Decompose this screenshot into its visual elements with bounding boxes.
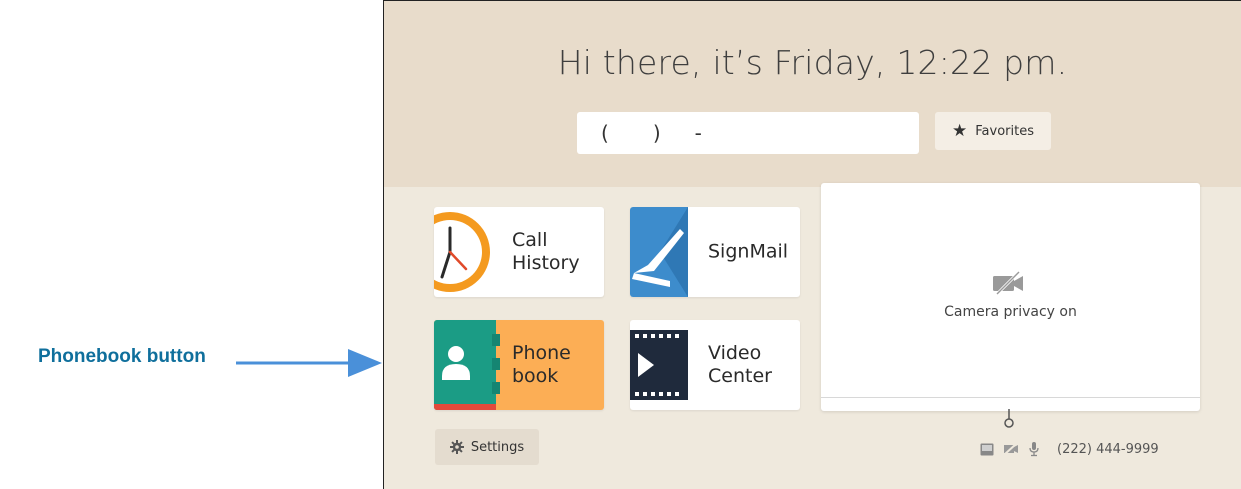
microphone-icon	[1029, 442, 1039, 457]
camera-status-text: Camera privacy on	[944, 304, 1077, 320]
camera-mount-icon	[1004, 409, 1014, 428]
camera-off-status-icon	[1004, 443, 1018, 455]
settings-label: Settings	[470, 439, 525, 455]
signmail-label: SignMail	[708, 240, 789, 263]
video-center-label: Video Center	[708, 342, 772, 387]
status-bar: (222) 444-9999	[980, 439, 1159, 459]
camera-preview: Camera privacy on	[821, 183, 1200, 411]
camera-off-icon	[993, 271, 1023, 295]
phonebook-label: Phone book	[512, 342, 571, 387]
video-center-button[interactable]: Video Center	[630, 320, 800, 410]
dial-dash: -	[694, 121, 702, 145]
camera-divider	[821, 397, 1200, 398]
header: Hi there, it’s Friday, 12:22 pm. ( ) - ★…	[384, 1, 1241, 187]
call-history-label: Call History	[512, 229, 580, 274]
dial-paren-open: (	[601, 121, 609, 145]
gear-icon	[449, 440, 464, 454]
settings-button[interactable]: Settings	[435, 429, 539, 465]
signmail-icon	[630, 207, 688, 297]
contact-book-icon	[434, 320, 500, 410]
phonebook-button[interactable]: Phone book	[434, 320, 604, 410]
greeting-text: Hi there, it’s Friday, 12:22 pm.	[557, 43, 1068, 82]
star-icon: ★	[952, 120, 968, 141]
favorites-label: Favorites	[975, 123, 1034, 139]
signmail-button[interactable]: SignMail	[630, 207, 800, 297]
film-play-icon	[630, 330, 688, 400]
dial-number-input[interactable]: ( ) -	[577, 112, 919, 154]
callout-label: Phonebook button	[38, 346, 206, 367]
callout-arrow	[236, 349, 382, 377]
call-history-button[interactable]: Call History	[434, 207, 604, 297]
favorites-button[interactable]: ★ Favorites	[935, 112, 1051, 150]
own-phone-number: (222) 444-9999	[1057, 441, 1159, 457]
dial-paren-close: )	[652, 121, 661, 145]
clock-icon	[434, 212, 490, 292]
signmail-status-icon	[980, 443, 994, 455]
device-screen: Hi there, it’s Friday, 12:22 pm. ( ) - ★…	[383, 0, 1241, 489]
